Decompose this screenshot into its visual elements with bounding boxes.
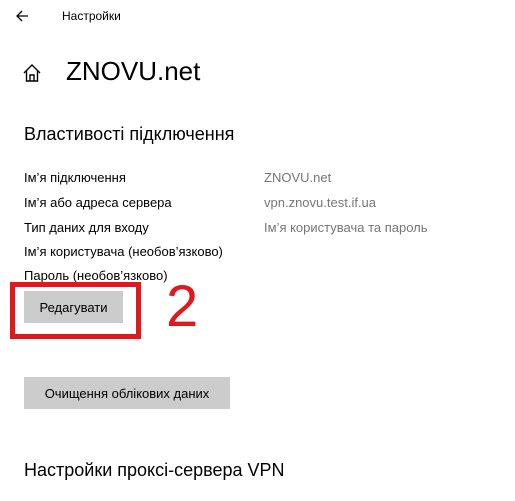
home-icon xyxy=(23,64,41,82)
property-value: ZNOVU.net xyxy=(264,170,332,185)
property-label: Тип даних для входу xyxy=(24,220,149,235)
property-label: Пароль (необов’язково) xyxy=(24,268,168,283)
property-row-sign-in-type: Тип даних для входу Ім’я користувача та … xyxy=(24,220,494,240)
back-arrow-icon xyxy=(16,10,28,22)
page-title: ZNOVU.net xyxy=(66,56,201,86)
connection-properties-heading: Властивості підключення xyxy=(24,124,235,144)
window-title: Настройки xyxy=(62,9,121,23)
clear-credentials-button[interactable]: Очищення облікових даних xyxy=(24,377,230,409)
property-row-connection-name: Ім’я підключення ZNOVU.net xyxy=(24,170,494,190)
property-label: Ім’я або адреса сервера xyxy=(24,195,172,210)
property-label: Ім’я підключення xyxy=(24,170,126,185)
property-row-username: Ім’я користувача (необов’язково) xyxy=(24,244,494,264)
title-bar: Настройки xyxy=(0,0,515,34)
back-button[interactable] xyxy=(10,4,34,28)
proxy-settings-heading: Настройки проксі-сервера VPN xyxy=(24,460,285,480)
property-row-server-address: Ім’я або адреса сервера vpn.znovu.test.i… xyxy=(24,195,494,215)
property-label: Ім’я користувача (необов’язково) xyxy=(24,244,223,259)
property-value: vpn.znovu.test.if.ua xyxy=(264,195,377,210)
annotation-highlight-box xyxy=(10,282,141,339)
property-value: Ім’я користувача та пароль xyxy=(264,220,428,235)
annotation-number: 2 xyxy=(166,274,199,339)
